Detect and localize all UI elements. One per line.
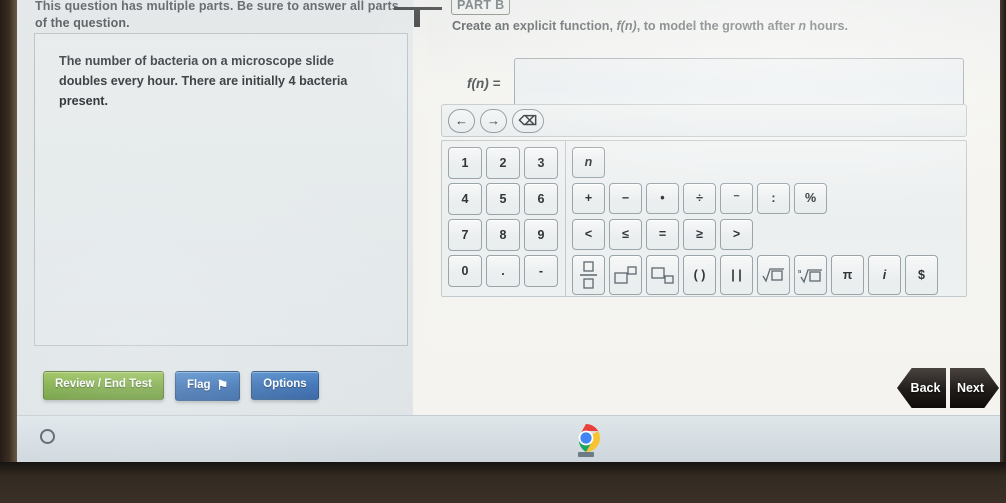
pane-divider-artifact (394, 0, 444, 27)
key-variable-n[interactable]: n (572, 147, 605, 178)
prompt-text-before: Create an explicit function, (452, 19, 617, 33)
chrome-reflection (578, 452, 594, 457)
next-label: Next (956, 381, 985, 395)
stem-box: The number of bacteria on a microscope s… (34, 33, 408, 346)
key-plus[interactable]: + (572, 183, 605, 214)
superscript-icon[interactable] (609, 255, 642, 295)
key-negative[interactable]: ⁻ (720, 183, 753, 214)
fraction-icon[interactable] (572, 255, 605, 295)
keypad-navigation-bar: ← → ⌫ (441, 104, 967, 137)
key-4[interactable]: 4 (448, 183, 482, 215)
nth-root-icon[interactable]: n (794, 255, 827, 295)
key-decimal[interactable]: . (486, 255, 520, 287)
key-greater-than[interactable]: > (720, 219, 753, 250)
question-prompt: Create an explicit function, f(n), to mo… (452, 18, 992, 34)
key-colon[interactable]: : (757, 183, 790, 214)
key-minus-op[interactable]: − (609, 183, 642, 214)
cursor-left-glyph: ← (455, 113, 468, 128)
divider-bar-vertical (414, 7, 420, 27)
stem-body-text: The number of bacteria on a microscope s… (59, 54, 348, 108)
key-6[interactable]: 6 (524, 183, 558, 215)
keypad-numberpad: 1 2 3 4 5 6 7 8 9 0 . - (442, 141, 566, 296)
keypad-symbolpad: n + − • ÷ ⁻ : % < ≤ = ≥ > () | | n π i … (566, 141, 966, 296)
cursor-right-glyph: → (487, 113, 500, 128)
square-root-icon[interactable] (757, 255, 790, 295)
key-less-or-equal[interactable]: ≤ (609, 219, 642, 250)
key-percent[interactable]: % (794, 183, 827, 214)
multipart-instruction: This question has multiple parts. Be sur… (35, 0, 399, 30)
key-1[interactable]: 1 (448, 147, 482, 179)
parentheses-icon[interactable]: ( ) (683, 255, 716, 295)
key-3[interactable]: 3 (524, 147, 558, 179)
prompt-text-end: hours. (806, 19, 849, 33)
question-stem-pane: This question has multiple parts. Be sur… (17, 0, 413, 415)
review-end-test-label: Review / End Test (55, 378, 152, 390)
cursor-left-icon[interactable]: ← (448, 108, 475, 133)
key-less-than[interactable]: < (572, 219, 605, 250)
answer-input[interactable] (514, 58, 965, 108)
key-multiply[interactable]: • (646, 183, 679, 214)
imaginary-unit-icon[interactable]: i (868, 255, 901, 295)
key-0[interactable]: 0 (448, 255, 482, 287)
flag-label: Flag (186, 378, 211, 391)
next-button[interactable]: Next (950, 368, 999, 408)
options-button[interactable]: Options (251, 371, 319, 400)
key-7[interactable]: 7 (448, 219, 482, 251)
photographed-screen: This question has multiple parts. Be sur… (0, 0, 1006, 503)
answer-pane: PART B Create an explicit function, f(n)… (427, 0, 1000, 415)
screen-bezel-bottom (0, 462, 1006, 503)
prompt-variable-symbol: n (798, 19, 807, 33)
part-badge: PART B (451, 0, 511, 15)
key-8[interactable]: 8 (486, 219, 520, 251)
backspace-icon[interactable]: ⌫ (512, 108, 544, 133)
review-end-test-button[interactable]: Review / End Test (43, 371, 164, 400)
back-button[interactable]: Back (897, 368, 946, 408)
flag-button[interactable]: Flag ⚑ (174, 371, 241, 401)
svg-text:n: n (798, 269, 802, 275)
key-greater-or-equal[interactable]: ≥ (683, 219, 716, 250)
cursor-right-icon[interactable]: → (480, 108, 507, 133)
keypad-row-templates: ( ) | | n π i $ (572, 255, 966, 295)
subscript-icon[interactable] (646, 255, 679, 295)
math-keypad: 1 2 3 4 5 6 7 8 9 0 . - n + − • ÷ ⁻: % … (441, 140, 967, 297)
prompt-function-symbol: f(n) (616, 19, 637, 33)
options-label: Options (263, 378, 307, 390)
back-label: Back (910, 381, 941, 395)
key-5[interactable]: 5 (486, 183, 520, 215)
answer-row: f(n) = (467, 58, 965, 108)
screen-bezel-right (1000, 0, 1006, 470)
launcher-circle-icon[interactable] (40, 429, 55, 444)
flag-icon: ⚑ (216, 377, 229, 393)
keypad-row-variable: n (572, 147, 966, 181)
key-equals[interactable]: = (646, 219, 679, 250)
keypad-row-relations: < ≤ = ≥ > (572, 219, 966, 253)
key-2[interactable]: 2 (486, 147, 520, 179)
key-divide[interactable]: ÷ (683, 183, 716, 214)
backspace-glyph: ⌫ (518, 113, 538, 128)
bottom-toolbar: Review / End Test Flag ⚑ Options (43, 371, 319, 401)
prompt-text-after: , to model the growth after (636, 19, 799, 33)
screen-bezel-left (0, 0, 17, 470)
answer-label: f(n) = (467, 75, 501, 91)
screen-content: This question has multiple parts. Be sur… (17, 0, 1000, 462)
dollar-sign-icon[interactable]: $ (905, 255, 938, 295)
pi-icon[interactable]: π (831, 255, 864, 295)
os-shelf (17, 415, 1000, 462)
absolute-value-icon[interactable]: | | (720, 255, 753, 295)
keypad-row-operators: + − • ÷ ⁻ : % (572, 183, 966, 217)
question-navigation: Back Next (897, 368, 999, 408)
key-minus[interactable]: - (524, 255, 558, 287)
key-9[interactable]: 9 (524, 219, 558, 251)
